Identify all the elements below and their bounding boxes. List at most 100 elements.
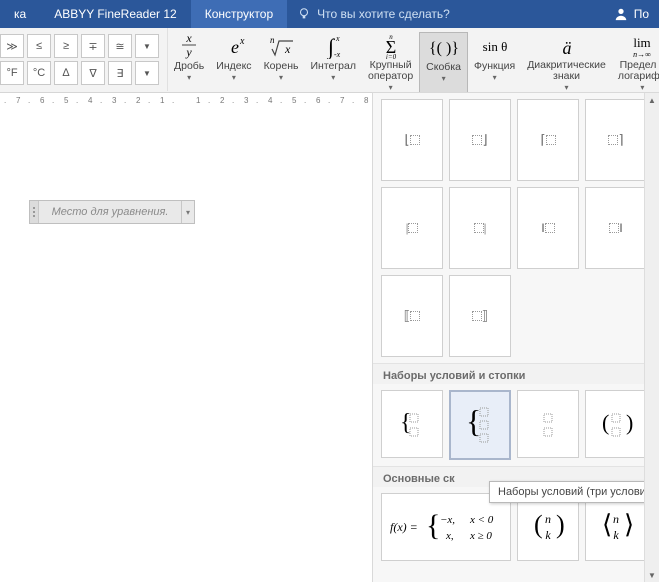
sym-btn[interactable]: ≥ [54, 34, 78, 58]
accent-icon: ä [556, 32, 578, 59]
cases-tile-2[interactable]: { [381, 390, 443, 458]
limit-icon: limn→∞ [626, 32, 658, 59]
fraction-button[interactable]: xy Дробь▾ [168, 32, 210, 92]
accent-button[interactable]: ä Диакритические знаки▾ [521, 32, 612, 92]
svg-text:{( )}: {( )} [429, 40, 459, 57]
bracket-icon: {( )} [429, 33, 459, 61]
svg-text:ä: ä [562, 38, 571, 58]
bracket-tile[interactable]: ⌋ [449, 99, 511, 181]
tooltip-cases3: Наборы условий (три условия) [489, 481, 659, 503]
scroll-up-icon[interactable]: ▲ [645, 93, 659, 107]
sym-btn[interactable]: ∇ [81, 61, 105, 85]
sym-btn[interactable]: ∓ [81, 34, 105, 58]
svg-text:n: n [545, 512, 551, 526]
svg-text:x: x [335, 34, 340, 43]
scroll-down-icon[interactable]: ▼ [645, 568, 659, 582]
equation-box[interactable]: Место для уравнения. ▾ [29, 200, 195, 224]
svg-text:e: e [231, 37, 239, 57]
svg-text:−x,: −x, [440, 514, 455, 526]
sym-more[interactable]: ▼ [135, 34, 159, 58]
common-tile-piecewise[interactable]: f(x) = {−x, x < 0 x, x ≥ 0 [381, 493, 511, 561]
svg-text:{: { [426, 509, 440, 542]
tab-truncated[interactable]: ка [0, 0, 40, 28]
paren-stack-tile[interactable]: () [585, 390, 647, 458]
function-icon: sin θ [480, 32, 510, 60]
svg-text:{: { [466, 403, 481, 439]
svg-text:k: k [613, 528, 619, 542]
sym-btn[interactable]: ≫ [0, 34, 24, 58]
svg-text:{: { [400, 410, 412, 436]
bracket-tile[interactable]: ⟧ [449, 275, 511, 357]
svg-text:x: x [284, 42, 291, 56]
svg-text:x,: x, [445, 530, 454, 542]
ribbon: ≫ ≤ ≥ ∓ ≅ ▼ °F °C ∆ ∇ ∃ ▼ xy Дробь▾ ex И… [0, 28, 659, 93]
svg-text:y: y [185, 45, 192, 59]
common-tile-binom[interactable]: (nk) [517, 493, 579, 561]
bracket-tile[interactable]: ‖ [517, 187, 579, 269]
lightbulb-icon [297, 7, 311, 21]
bracket-tile[interactable]: ⌈ [517, 99, 579, 181]
fraction-icon: xy [178, 32, 200, 60]
account-label: По [634, 7, 649, 21]
svg-text:-x: -x [334, 50, 341, 59]
sym-btn[interactable]: ≤ [27, 34, 51, 58]
equation-handle[interactable] [30, 201, 39, 223]
svg-text:n: n [389, 33, 393, 41]
bracket-tile[interactable]: ⌉ [585, 99, 647, 181]
svg-text:(: ( [534, 510, 543, 539]
svg-text:): ) [626, 410, 633, 435]
stack-tile-2[interactable] [517, 390, 579, 458]
svg-text:n: n [613, 512, 619, 526]
tell-me-text: Что вы хотите сделать? [317, 7, 450, 21]
sym-more[interactable]: ▼ [135, 61, 159, 85]
sym-btn[interactable]: °F [0, 61, 24, 85]
equation-dropdown[interactable]: ▾ [181, 201, 194, 223]
svg-text:(: ( [602, 410, 609, 435]
bracket-tile[interactable]: | [449, 187, 511, 269]
svg-text:sin θ: sin θ [482, 39, 507, 54]
sym-btn[interactable]: °C [27, 61, 51, 85]
radical-icon: nx [267, 32, 295, 60]
bracket-gallery: ⌊ ⌋ ⌈ ⌉ | | ‖ ‖ ⟦ ⟧ Наборы условий и сто… [372, 92, 659, 582]
svg-text:x: x [185, 33, 192, 45]
integral-button[interactable]: ∫x-x Интеграл▾ [304, 32, 362, 92]
svg-text:x ≥ 0: x ≥ 0 [469, 530, 492, 542]
svg-text:x < 0: x < 0 [469, 514, 494, 526]
bracket-tile[interactable]: ⌊ [381, 99, 443, 181]
svg-text:lim: lim [634, 35, 651, 50]
svg-text:⟩: ⟩ [624, 510, 634, 539]
svg-text:): ) [556, 510, 565, 539]
script-button[interactable]: ex Индекс▾ [210, 32, 257, 92]
gallery-section-cases: Наборы условий и стопки [373, 363, 659, 384]
svg-text:k: k [545, 528, 551, 542]
account-button[interactable]: По [604, 0, 659, 28]
sym-btn[interactable]: ∆ [54, 61, 78, 85]
equation-placeholder: Место для уравнения. [39, 206, 181, 218]
bracket-tile[interactable]: ⟦ [381, 275, 443, 357]
bracket-button[interactable]: {( )} Скобка▾ [419, 32, 468, 93]
cases-tile-3[interactable]: { [449, 390, 511, 460]
tab-abbyy[interactable]: ABBYY FineReader 12 [40, 0, 191, 28]
gallery-scrollbar[interactable]: ▲ ▼ [644, 93, 659, 582]
bracket-tile[interactable]: ‖ [585, 187, 647, 269]
radical-button[interactable]: nx Корень▾ [258, 32, 305, 92]
limit-button[interactable]: limn→∞ Предел и логарифм▾ [612, 32, 659, 92]
sym-btn[interactable]: ≅ [108, 34, 132, 58]
svg-text:n: n [270, 35, 275, 45]
tab-constructor[interactable]: Конструктор [191, 0, 287, 28]
sigma-icon: Σni=0 [378, 32, 404, 59]
person-icon [614, 7, 628, 21]
large-op-button[interactable]: Σni=0 Крупный оператор▾ [362, 32, 419, 92]
function-button[interactable]: sin θ Функция▾ [468, 32, 521, 92]
svg-text:f(x) =: f(x) = [390, 520, 418, 534]
svg-text:x: x [239, 36, 245, 47]
svg-text:i=0: i=0 [385, 53, 396, 59]
common-tile-angle-binom[interactable]: ⟨nk ⟩ [585, 493, 647, 561]
svg-text:n→∞: n→∞ [634, 50, 652, 59]
bracket-tile[interactable]: | [381, 187, 443, 269]
symbol-grid: ≫ ≤ ≥ ∓ ≅ ▼ °F °C ∆ ∇ ∃ ▼ [0, 28, 168, 91]
sym-btn[interactable]: ∃ [108, 61, 132, 85]
tell-me[interactable]: Что вы хотите сделать? [287, 0, 460, 28]
integral-icon: ∫x-x [320, 32, 346, 60]
svg-text:⟨: ⟨ [602, 510, 612, 539]
